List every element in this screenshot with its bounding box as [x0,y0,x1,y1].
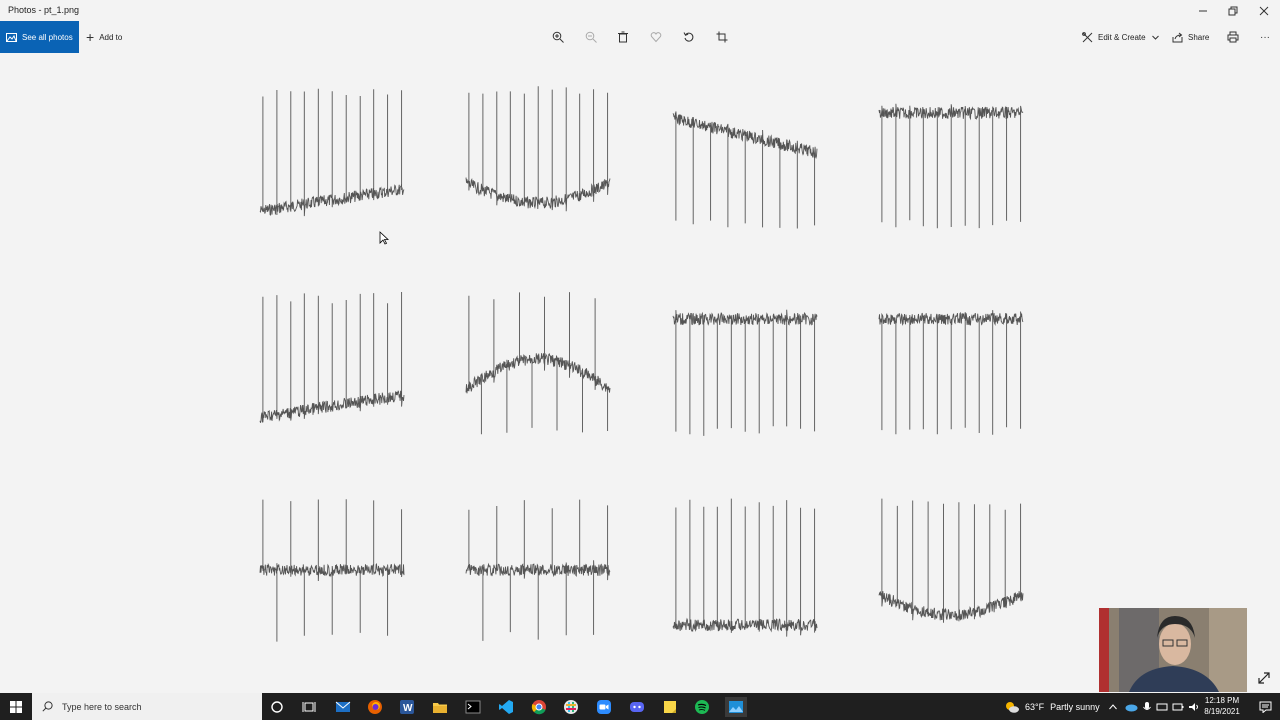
add-to-button[interactable]: + Add to [86,21,122,53]
photos-app-icon[interactable] [725,697,747,717]
system-tray [1108,693,1200,720]
chevron-up-icon[interactable] [1108,702,1118,712]
battery-icon[interactable] [1172,702,1184,712]
zoom-out-icon[interactable] [583,29,599,45]
title-bar: Photos - pt_1.png [0,0,1280,21]
signal-trace [878,103,1024,229]
signal-trace [465,292,611,435]
webcam-overlay [1099,608,1247,692]
heart-icon[interactable] [648,29,664,45]
expand-icon[interactable] [1256,670,1272,686]
close-icon[interactable] [1248,0,1280,21]
signal-plot [465,292,611,435]
firefox-icon[interactable] [365,697,385,717]
windows-start-icon[interactable] [0,693,32,720]
signal-plot [465,86,611,212]
svg-text:W: W [403,703,413,714]
weather-description: Partly sunny [1050,701,1100,712]
zoom-in-icon[interactable] [550,29,566,45]
taskbar-search-box[interactable]: Type here to search [32,693,262,720]
signal-plot [259,88,405,217]
zoom-app-icon[interactable] [594,697,614,717]
clock-date: 8/19/2021 [1204,707,1240,716]
search-icon [42,701,53,712]
minimize-icon[interactable] [1187,0,1219,21]
webcam-person-image [1099,608,1247,692]
weather-temperature: 63°F [1025,701,1045,712]
chevron-down-icon [1151,35,1159,40]
chrome-icon[interactable] [529,697,549,717]
signal-trace [672,111,818,229]
network-icon[interactable] [1156,702,1168,712]
signal-plot [672,498,818,637]
file-explorer-icon[interactable] [430,697,450,717]
spotify-icon[interactable] [692,697,712,717]
signal-trace [878,310,1024,435]
vscode-icon[interactable] [496,697,516,717]
edit-create-button[interactable]: Edit & Create [1082,21,1165,53]
signal-trace [672,498,818,637]
onedrive-icon[interactable] [1124,702,1138,712]
maximize-icon[interactable] [1217,0,1249,21]
notification-icon[interactable] [1250,693,1280,720]
see-all-photos-button[interactable]: See all photos [0,21,79,53]
add-to-label: Add to [99,32,123,42]
signal-plot [465,499,611,641]
clock-time: 12:18 PM [1204,696,1240,705]
rotate-icon[interactable] [681,29,697,45]
window-title: Photos - pt_1.png [8,5,80,15]
taskbar-clock[interactable]: 12:18 PM 8/19/2021 [1196,695,1248,717]
toolbar: See all photos + Add to Edit & Create Sh… [0,21,1280,53]
signal-trace [672,309,818,436]
search-placeholder: Type here to search [62,701,142,712]
weather-icon [1006,701,1019,713]
slack-icon[interactable] [561,697,581,717]
photo-canvas [0,53,1280,693]
signal-trace [259,88,405,217]
signal-trace [465,86,611,212]
edit-create-icon [1082,31,1093,42]
mail-icon[interactable] [333,697,353,717]
taskbar: Type here to search W 63°F Partly sunny … [0,693,1280,720]
see-all-photos-label: See all photos [22,32,73,42]
trash-icon[interactable] [615,29,631,45]
weather-widget[interactable]: 63°F Partly sunny [1004,693,1100,720]
sticky-notes-icon[interactable] [660,697,680,717]
terminal-icon[interactable] [463,697,483,717]
plus-icon: + [86,29,95,45]
discord-icon[interactable] [627,697,647,717]
signal-plot [259,499,405,642]
word-icon[interactable]: W [397,697,417,717]
signal-plot [672,309,818,436]
print-icon[interactable] [1225,29,1241,45]
signal-plot [878,103,1024,229]
signal-trace [465,499,611,641]
mouse-cursor [379,231,389,245]
signal-plot [259,292,405,423]
microphone-icon[interactable] [1142,701,1152,713]
signal-plot [878,310,1024,435]
photos-icon [6,32,17,42]
crop-icon[interactable] [714,29,730,45]
signal-plot [878,498,1024,623]
share-icon [1172,32,1183,42]
share-label: Share [1188,32,1210,42]
share-button[interactable]: Share [1172,21,1209,53]
signal-trace [259,292,405,423]
signal-trace [259,499,405,642]
cortana-icon[interactable] [267,697,287,717]
signal-plot [672,111,818,229]
more-label: ··· [1260,31,1270,43]
edit-create-label: Edit & Create [1098,32,1146,42]
task-view-icon[interactable] [299,697,319,717]
signal-trace [878,498,1024,623]
more-icon[interactable]: ··· [1257,29,1273,45]
